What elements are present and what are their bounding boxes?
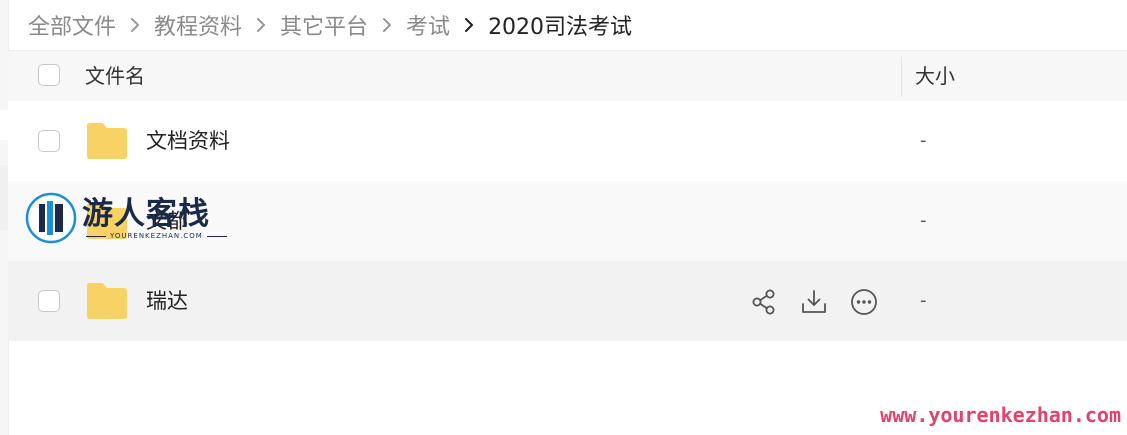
folder-icon (87, 123, 127, 159)
breadcrumb-item-tutorials[interactable]: 教程资料 (154, 9, 242, 41)
file-size: - (920, 210, 927, 231)
chevron-right-icon (256, 18, 266, 32)
column-header-name[interactable]: 文件名 (85, 51, 145, 101)
watermark-logo-text: 游人客栈 (82, 196, 210, 232)
breadcrumb: 全部文件 教程资料 其它平台 考试 2020司法考试 (28, 0, 632, 50)
chevron-right-icon (464, 18, 474, 32)
chevron-right-icon (130, 18, 140, 32)
watermark-logo-subtext: YOURENKEZHAN.COM (82, 232, 231, 240)
breadcrumb-item-exam[interactable]: 考试 (406, 9, 450, 41)
select-all-checkbox[interactable] (38, 64, 60, 86)
folder-icon (87, 283, 127, 319)
file-name[interactable]: 文档资料 (146, 101, 230, 181)
share-icon[interactable] (750, 288, 778, 316)
breadcrumb-item-other-platforms[interactable]: 其它平台 (280, 9, 368, 41)
row-checkbox[interactable] (38, 290, 60, 312)
watermark-url: www.yourenkezhan.com (880, 403, 1121, 427)
column-divider[interactable] (901, 57, 902, 97)
chevron-right-icon (382, 18, 392, 32)
file-size: - (920, 290, 927, 311)
column-header-size[interactable]: 大小 (915, 51, 955, 101)
file-size: - (920, 130, 927, 151)
file-name[interactable]: 瑞达 (146, 261, 188, 341)
more-icon[interactable] (850, 288, 878, 316)
table-row[interactable]: 瑞达 - (8, 261, 1127, 341)
breadcrumb-current: 2020司法考试 (488, 15, 633, 40)
file-browser: 全部文件 教程资料 其它平台 考试 2020司法考试 文件名 大小 文档资料 -… (0, 0, 1127, 435)
row-checkbox[interactable] (38, 130, 60, 152)
table-row[interactable]: 文档资料 - (8, 101, 1127, 181)
download-icon[interactable] (800, 288, 828, 316)
row-actions (750, 288, 878, 316)
breadcrumb-item-all-files[interactable]: 全部文件 (28, 9, 116, 41)
table-header: 文件名 大小 (8, 50, 1127, 101)
watermark-logo-icon (25, 192, 77, 244)
